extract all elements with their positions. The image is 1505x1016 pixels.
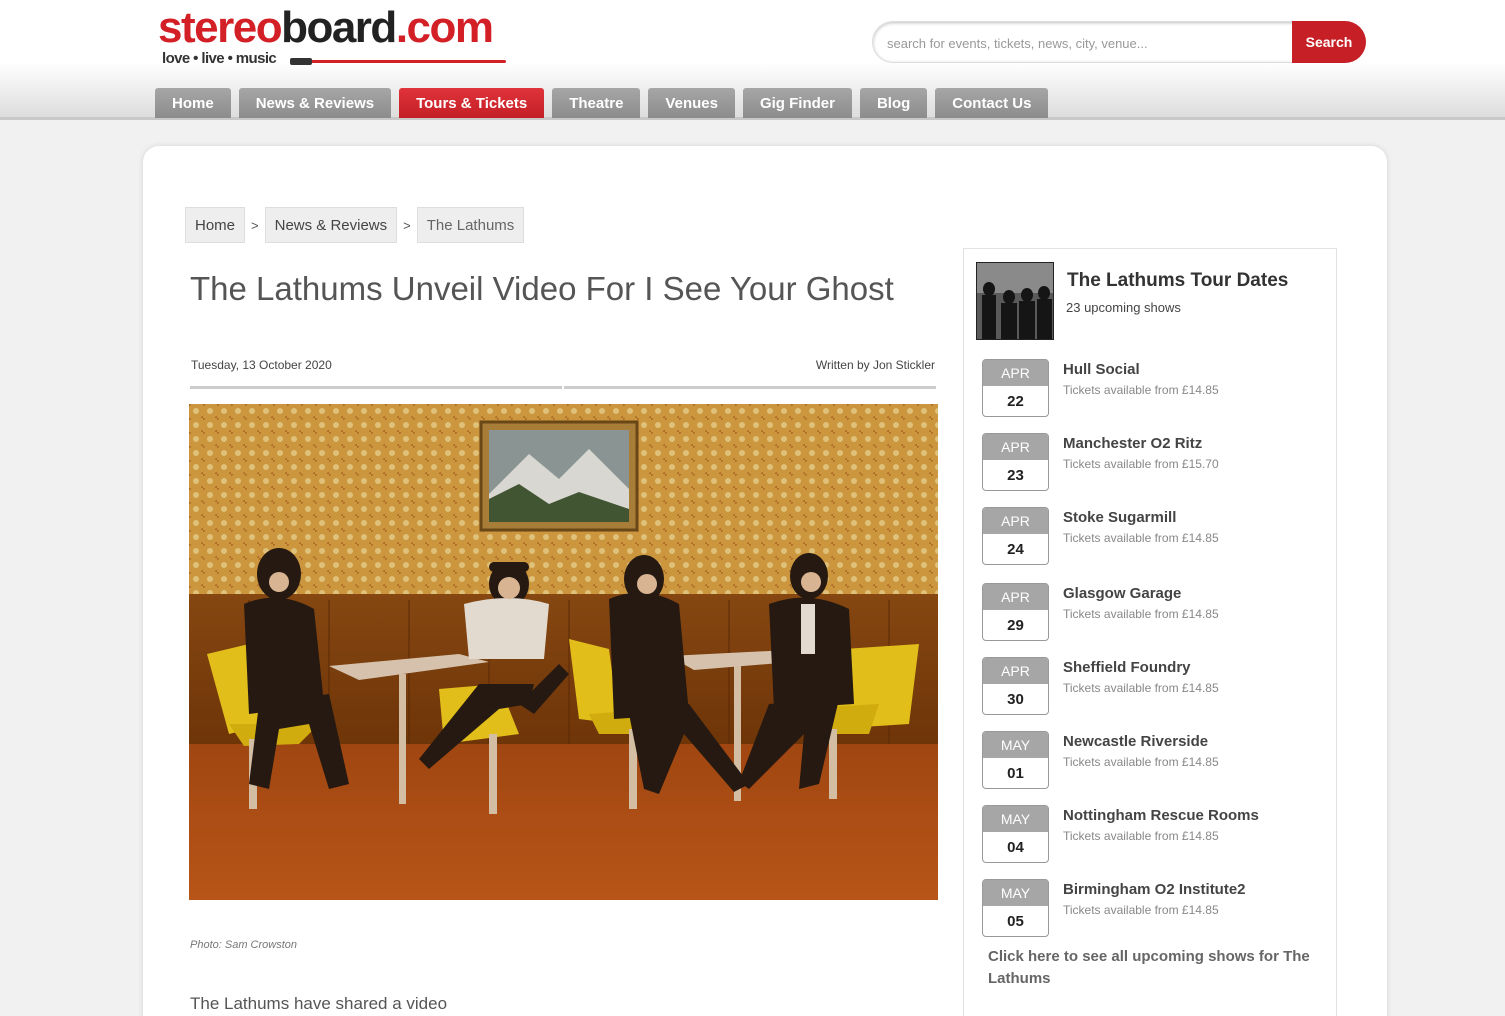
date-day: 04 (1007, 838, 1024, 856)
date-month: MAY (983, 806, 1048, 832)
breadcrumb-separator: > (403, 217, 411, 233)
nav-item-tours-tickets[interactable]: Tours & Tickets (399, 88, 545, 118)
event-venue[interactable]: Hull Social (1063, 361, 1140, 378)
logo-tagline: love • live • music (162, 50, 277, 67)
article-title: The Lathums Unveil Video For I See Your … (190, 270, 894, 307)
event-price: Tickets available from £14.85 (1063, 607, 1219, 621)
event-venue[interactable]: Sheffield Foundry (1063, 659, 1191, 676)
tour-event[interactable]: APR 24 Stoke Sugarmill Tickets available… (982, 507, 1332, 567)
logo-part-stereo: stereo (158, 3, 283, 52)
event-price: Tickets available from £14.85 (1063, 903, 1219, 917)
article-date: Tuesday, 13 October 2020 (191, 358, 332, 372)
date-badge: APR 24 (982, 507, 1049, 565)
date-month: APR (983, 508, 1048, 534)
date-day: 30 (1007, 690, 1024, 708)
tour-event[interactable]: APR 29 Glasgow Garage Tickets available … (982, 583, 1332, 643)
nav-item-news-reviews[interactable]: News & Reviews (238, 88, 392, 118)
event-venue[interactable]: Birmingham O2 Institute2 (1063, 881, 1246, 898)
nav-item-home[interactable]: Home (155, 88, 231, 118)
event-price: Tickets available from £14.85 (1063, 383, 1219, 397)
breadcrumb-news-reviews[interactable]: News & Reviews (264, 207, 398, 243)
event-venue[interactable]: Newcastle Riverside (1063, 733, 1208, 750)
event-price: Tickets available from £14.85 (1063, 681, 1219, 695)
nav-item-blog[interactable]: Blog (859, 88, 928, 118)
date-day: 05 (1007, 912, 1024, 930)
event-venue[interactable]: Nottingham Rescue Rooms (1063, 807, 1259, 824)
event-price: Tickets available from £14.85 (1063, 531, 1219, 545)
date-badge: APR 30 (982, 657, 1049, 715)
tour-event[interactable]: APR 30 Sheffield Foundry Tickets availab… (982, 657, 1332, 717)
date-month: APR (983, 658, 1048, 684)
date-month: APR (983, 360, 1048, 386)
search-bar: Search (872, 21, 1366, 63)
tour-event[interactable]: APR 23 Manchester O2 Ritz Tickets availa… (982, 433, 1332, 493)
date-badge: APR 22 (982, 359, 1049, 417)
logo-part-board: board (281, 3, 397, 52)
date-day: 22 (1007, 392, 1024, 410)
nav-item-gig-finder[interactable]: Gig Finder (742, 88, 852, 118)
search-button[interactable]: Search (1292, 21, 1366, 63)
event-price: Tickets available from £14.85 (1063, 829, 1219, 843)
photo-caption: Photo: Sam Crowston (190, 939, 297, 951)
tour-event[interactable]: APR 22 Hull Social Tickets available fro… (982, 359, 1332, 419)
band-thumbnail[interactable] (976, 262, 1054, 340)
tour-dates-title[interactable]: The Lathums Tour Dates (1067, 270, 1288, 292)
tour-event[interactable]: MAY 04 Nottingham Rescue Rooms Tickets a… (982, 805, 1332, 865)
nav-item-contact-us[interactable]: Contact Us (935, 88, 1049, 118)
breadcrumb-current[interactable]: The Lathums (416, 207, 525, 243)
date-badge: APR 29 (982, 583, 1049, 641)
article-body: The Lathums have shared a video (190, 994, 448, 1013)
band-photo-illustration (189, 404, 938, 900)
tour-dates-count: 23 upcoming shows (1066, 300, 1181, 315)
band-thumbnail-illustration (977, 263, 1053, 339)
nav-item-theatre[interactable]: Theatre (552, 88, 641, 118)
event-price: Tickets available from £15.70 (1063, 457, 1219, 471)
date-day: 01 (1007, 764, 1024, 782)
date-month: MAY (983, 880, 1048, 906)
breadcrumb-separator: > (251, 217, 259, 233)
event-price: Tickets available from £14.85 (1063, 755, 1219, 769)
article-photo (189, 404, 938, 900)
article-author: Written by Jon Stickler (815, 358, 935, 372)
event-venue[interactable]: Stoke Sugarmill (1063, 509, 1176, 526)
date-badge: MAY 05 (982, 879, 1049, 937)
search-input[interactable] (887, 32, 1287, 54)
tour-event[interactable]: MAY 01 Newcastle Riverside Tickets avail… (982, 731, 1332, 791)
date-month: MAY (983, 732, 1048, 758)
date-badge: APR 23 (982, 433, 1049, 491)
date-month: APR (983, 584, 1048, 610)
meta-divider (190, 386, 936, 389)
logo-cable-icon (290, 58, 506, 65)
logo-part-com: .com (395, 3, 494, 52)
logo-wordmark: stereoboard.com (158, 6, 518, 50)
date-month: APR (983, 434, 1048, 460)
date-day: 24 (1007, 540, 1024, 558)
event-venue[interactable]: Glasgow Garage (1063, 585, 1181, 602)
tour-event[interactable]: MAY 05 Birmingham O2 Institute2 Tickets … (982, 879, 1332, 939)
breadcrumb-home[interactable]: Home (185, 207, 246, 243)
date-day: 23 (1007, 466, 1024, 484)
site-logo[interactable]: stereoboard.com love • live • music (158, 6, 518, 72)
breadcrumb: Home > News & Reviews > The Lathums (185, 207, 525, 243)
date-day: 29 (1007, 616, 1024, 634)
all-shows-link[interactable]: Click here to see all upcoming shows for… (988, 946, 1338, 990)
date-badge: MAY 04 (982, 805, 1049, 863)
main-nav: Home News & Reviews Tours & Tickets Thea… (155, 88, 1056, 118)
date-badge: MAY 01 (982, 731, 1049, 789)
site-header: stereoboard.com love • live • music Sear… (0, 0, 1505, 120)
event-venue[interactable]: Manchester O2 Ritz (1063, 435, 1202, 452)
nav-item-venues[interactable]: Venues (648, 88, 735, 118)
